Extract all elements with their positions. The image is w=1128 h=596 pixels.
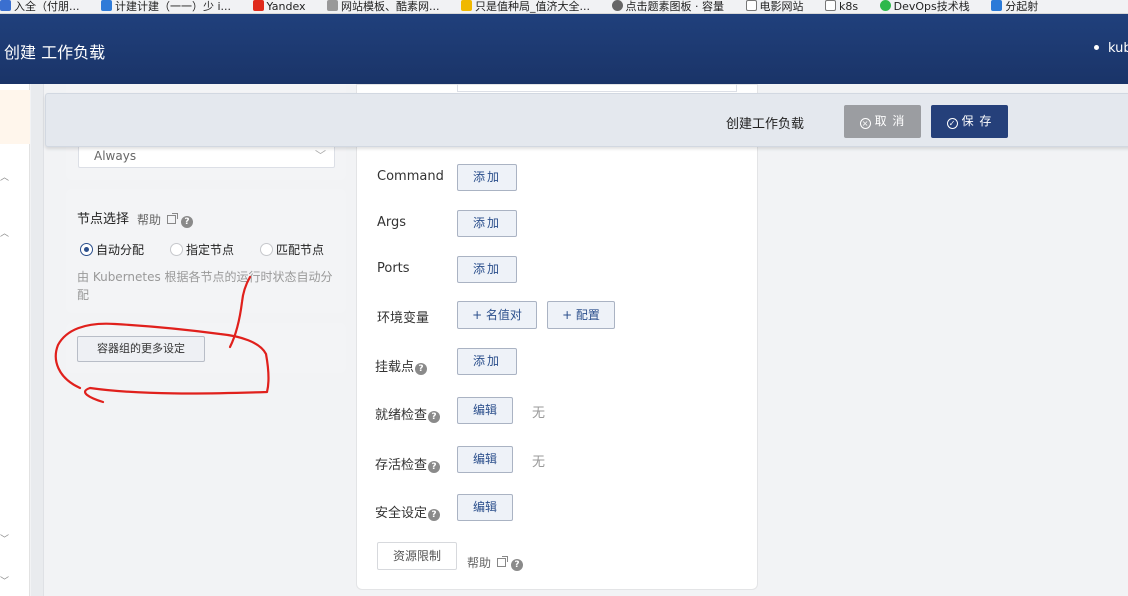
question-icon[interactable]: ?: [428, 411, 441, 423]
bookmark-item[interactable]: 电影网站: [745, 0, 804, 13]
args-add-button[interactable]: 添加: [457, 210, 517, 237]
ports-label: Ports: [377, 261, 410, 276]
chevron-up-icon[interactable]: ︿: [0, 226, 10, 239]
chevron-down-icon: ﹀: [315, 149, 326, 162]
user-menu[interactable]: kub: [1094, 41, 1128, 56]
radio-specify-node[interactable]: 指定节点: [170, 241, 234, 258]
env-add-config-button[interactable]: + 配置: [547, 301, 615, 329]
bookmark-icon: [327, 0, 339, 11]
chevron-down-icon[interactable]: ﹀: [0, 532, 10, 545]
command-add-button[interactable]: 添加: [457, 164, 517, 191]
external-link-icon: [497, 556, 509, 567]
args-label: Args: [377, 215, 407, 230]
bookmark-item[interactable]: Yandex: [252, 0, 306, 13]
node-select-description: 由 Kubernetes 根据各节点的运行时状态自动分配: [77, 270, 333, 302]
radio-unchecked-icon: [260, 243, 273, 256]
liveness-label: 存活检查?: [375, 454, 441, 473]
radio-checked-icon: [80, 243, 93, 256]
security-edit-button[interactable]: 编辑: [457, 494, 513, 521]
env-add-kv-button[interactable]: + 名值对: [457, 301, 537, 329]
radio-auto-assign[interactable]: 自动分配: [80, 241, 144, 258]
bookmark-item[interactable]: 计建计建（一一）少 i...: [101, 0, 231, 13]
folder-icon: [825, 0, 837, 11]
bookmark-icon: [991, 0, 1003, 11]
external-link-icon: [167, 213, 179, 224]
chevron-down-icon[interactable]: ﹀: [0, 574, 10, 587]
question-icon[interactable]: ?: [181, 216, 194, 228]
bookmark-item[interactable]: 网站模板、酷素网...: [327, 0, 440, 13]
yandex-icon: [252, 0, 264, 11]
bookmark-item[interactable]: 只是值种局_值济大全...: [461, 0, 590, 13]
save-button[interactable]: ✓ 保 存: [931, 105, 1008, 138]
side-nav-active-item[interactable]: [0, 90, 30, 144]
chevron-up-icon[interactable]: ︿: [0, 170, 10, 183]
bookmark-item[interactable]: 点击题素图板 · 容量: [611, 0, 724, 13]
globe-icon: [611, 0, 623, 11]
action-bar-title: 创建工作负载: [726, 117, 805, 132]
question-icon[interactable]: ?: [511, 559, 524, 571]
liveness-edit-button[interactable]: 编辑: [457, 446, 513, 473]
bookmark-item[interactable]: 入全（付朋...: [0, 0, 80, 13]
resource-help[interactable]: 帮助?: [467, 552, 524, 571]
readiness-value: 无: [532, 406, 546, 421]
mounts-add-button[interactable]: 添加: [457, 348, 517, 375]
env-label: 环境变量: [377, 311, 430, 326]
side-nav: ︿ ︿ ﹀ ﹀: [0, 84, 30, 596]
question-icon[interactable]: ?: [428, 461, 441, 473]
ports-add-button[interactable]: 添加: [457, 256, 517, 283]
node-select-title: 节点选择: [77, 212, 130, 227]
question-icon[interactable]: ?: [415, 363, 428, 375]
bookmark-item[interactable]: k8s: [825, 0, 858, 13]
readiness-edit-button[interactable]: 编辑: [457, 397, 513, 424]
app-header: 创建 工作负载 kub: [0, 14, 1128, 84]
bookmark-icon: [879, 0, 891, 11]
liveness-value: 无: [532, 455, 546, 470]
mounts-label: 挂载点?: [375, 356, 428, 375]
bookmarks-bar: 入全（付朋... 计建计建（一一）少 i... Yandex 网站模板、酷素网.…: [0, 0, 1128, 14]
help-link[interactable]: 帮助: [137, 213, 161, 227]
cancel-button[interactable]: × 取 消: [844, 105, 921, 138]
radio-match-node[interactable]: 匹配节点: [260, 241, 324, 258]
security-label: 安全设定?: [375, 502, 441, 521]
more-settings-button[interactable]: 容器组的更多设定: [77, 336, 205, 362]
resource-limit-button[interactable]: 资源限制: [377, 542, 457, 570]
bookmark-item[interactable]: 分起射: [991, 0, 1038, 13]
bookmark-icon: [101, 0, 112, 11]
bookmark-item[interactable]: DevOps技术栈: [879, 0, 970, 13]
readiness-label: 就绪检查?: [375, 404, 441, 423]
check-circle-icon: ✓: [946, 118, 958, 129]
bookmark-icon: [0, 0, 11, 11]
bookmark-icon: [461, 0, 473, 11]
folder-icon: [745, 0, 757, 11]
partial-input[interactable]: [457, 84, 737, 92]
node-select-help[interactable]: 帮助?: [137, 209, 194, 228]
side-scrollbar[interactable]: [31, 84, 44, 596]
page-title: 创建 工作负载: [4, 43, 106, 62]
command-label: Command: [377, 169, 444, 184]
question-icon[interactable]: ?: [428, 509, 441, 521]
close-circle-icon: ×: [859, 118, 871, 129]
help-link[interactable]: 帮助: [467, 556, 491, 570]
radio-unchecked-icon: [170, 243, 183, 256]
